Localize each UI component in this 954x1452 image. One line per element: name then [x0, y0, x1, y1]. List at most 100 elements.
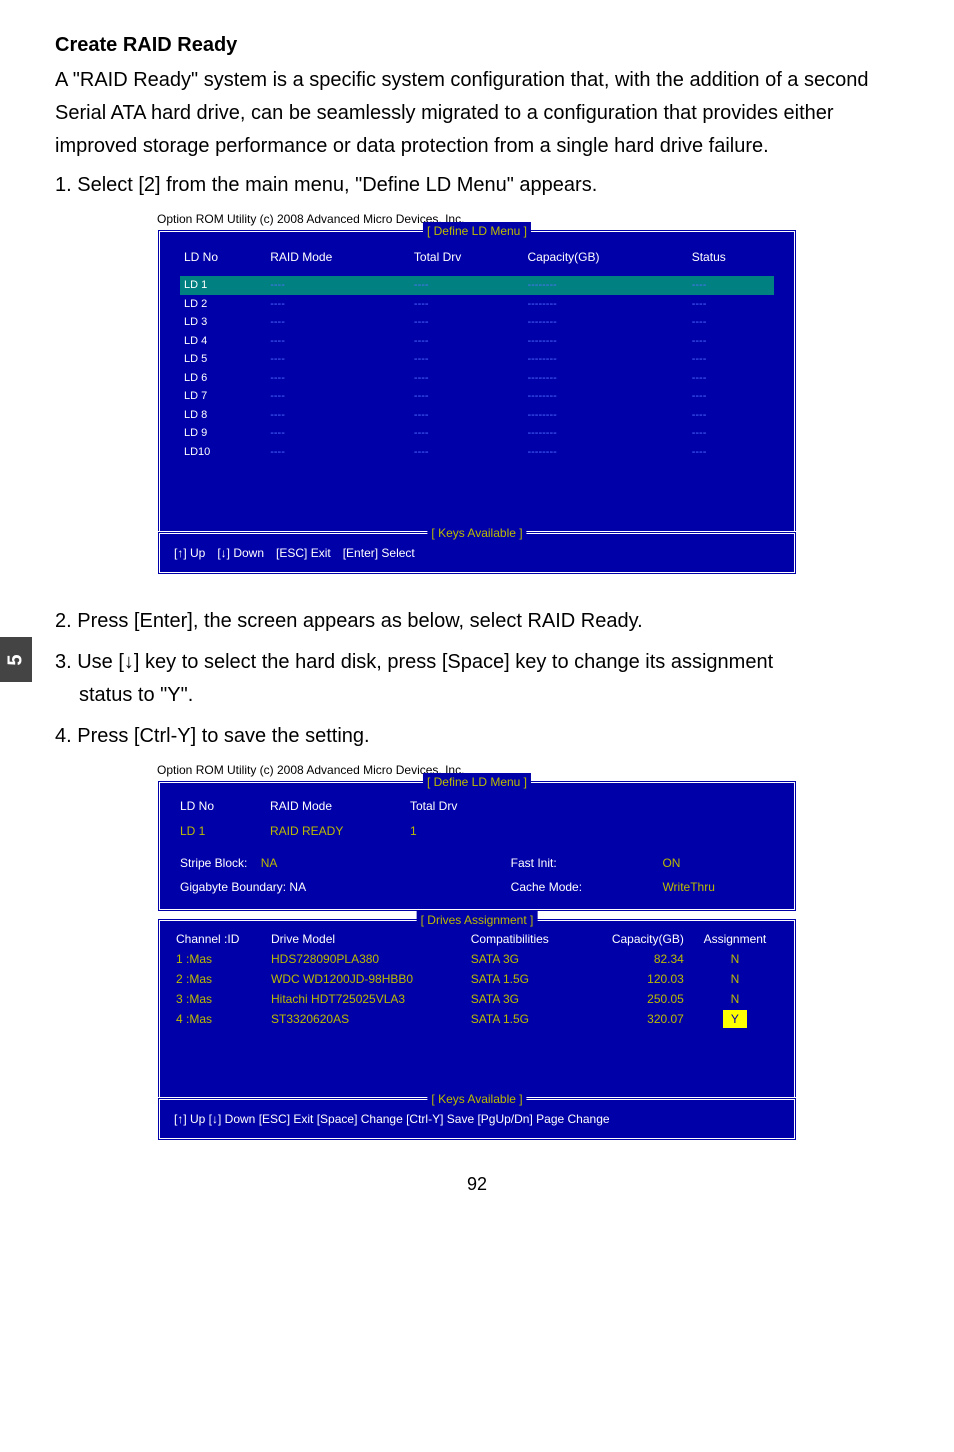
ld-header: RAID Mode: [266, 242, 410, 276]
drive-model: Hitachi HDT725025VLA3: [267, 989, 467, 1009]
ld-cell: LD10: [180, 443, 266, 462]
ld-cell: ----: [266, 369, 410, 388]
ld-cell: --------: [523, 350, 687, 369]
ld-cell: LD 8: [180, 406, 266, 425]
ld-cell: --------: [523, 332, 687, 351]
step-3a: 3. Use [↓] key to select the hard disk, …: [55, 646, 899, 679]
cache-val: WriteThru: [662, 875, 774, 899]
ld-cell: ----: [410, 443, 524, 462]
ld-cell: ----: [410, 313, 524, 332]
ld-cell: --------: [523, 424, 687, 443]
ld-row[interactable]: LD 8--------------------: [180, 406, 774, 425]
step-3b: status to "Y".: [79, 679, 899, 712]
drive-capacity: 320.07: [581, 1009, 688, 1029]
key-hint: [↓] Down: [217, 546, 264, 560]
ld-cell: ----: [410, 406, 524, 425]
bios2-mode: RAID READY: [270, 819, 410, 843]
key-hint: [Enter] Select: [343, 546, 415, 560]
drive-compat: SATA 1.5G: [467, 969, 582, 989]
bios1-title: [ Define LD Menu ]: [423, 222, 531, 240]
ld-row[interactable]: LD 9--------------------: [180, 424, 774, 443]
ld-cell: --------: [523, 276, 687, 295]
ld-cell: ----: [266, 424, 410, 443]
drive-compat: SATA 3G: [467, 989, 582, 1009]
bios2-h-mode: RAID Mode: [270, 793, 410, 819]
bios1-keys-title: [ Keys Available ]: [427, 524, 526, 542]
drive-row[interactable]: 1 :MasHDS728090PLA380SATA 3G82.34N: [172, 949, 782, 969]
fast-label: Fast Init:: [511, 851, 663, 875]
drive-compat: SATA 3G: [467, 949, 582, 969]
ld-row[interactable]: LD 4--------------------: [180, 332, 774, 351]
drives-table: Channel :IDDrive ModelCompatibilitiesCap…: [172, 929, 782, 1029]
section-heading: Create RAID Ready: [55, 30, 899, 60]
drive-row[interactable]: 4 :MasST3320620ASSATA 1.5G320.07Y: [172, 1009, 782, 1029]
ld-cell: LD 2: [180, 295, 266, 314]
ld-cell: ----: [410, 276, 524, 295]
ld-cell: ----: [688, 424, 774, 443]
ld-cell: --------: [523, 387, 687, 406]
fast-val: ON: [662, 851, 774, 875]
key-hint: [ESC] Exit: [276, 546, 331, 560]
ld-header: Capacity(GB): [523, 242, 687, 276]
drive-channel: 3 :Mas: [172, 989, 267, 1009]
ld-cell: ----: [266, 313, 410, 332]
ld-cell: ----: [688, 443, 774, 462]
bios-screenshot-1: Option ROM Utility (c) 2008 Advanced Mic…: [157, 210, 797, 575]
ld-cell: --------: [523, 369, 687, 388]
gb-label: Gigabyte Boundary: NA: [180, 875, 511, 899]
intro-text: A "RAID Ready" system is a specific syst…: [55, 64, 899, 163]
ld-cell: ----: [410, 424, 524, 443]
ld-cell: ----: [688, 369, 774, 388]
drive-row[interactable]: 2 :MasWDC WD1200JD-98HBB0SATA 1.5G120.03…: [172, 969, 782, 989]
ld-cell: --------: [523, 443, 687, 462]
ld-cell: LD 7: [180, 387, 266, 406]
ld-cell: --------: [523, 313, 687, 332]
bios2-keys-title: [ Keys Available ]: [427, 1090, 526, 1108]
drive-model: HDS728090PLA380: [267, 949, 467, 969]
ld-row[interactable]: LD 3--------------------: [180, 313, 774, 332]
drive-compat: SATA 1.5G: [467, 1009, 582, 1029]
drive-row[interactable]: 3 :MasHitachi HDT725025VLA3SATA 3G250.05…: [172, 989, 782, 1009]
drives-header: Channel :ID: [172, 929, 267, 949]
ld-row[interactable]: LD 1--------------------: [180, 276, 774, 295]
drive-assignment: Y: [688, 1009, 782, 1029]
drives-header: Compatibilities: [467, 929, 582, 949]
drive-channel: 1 :Mas: [172, 949, 267, 969]
ld-row[interactable]: LD 6--------------------: [180, 369, 774, 388]
ld-row[interactable]: LD 5--------------------: [180, 350, 774, 369]
ld-cell: LD 5: [180, 350, 266, 369]
ld-cell: ----: [266, 332, 410, 351]
ld-cell: ----: [266, 276, 410, 295]
ld-row[interactable]: LD 7--------------------: [180, 387, 774, 406]
drive-model: ST3320620AS: [267, 1009, 467, 1029]
ld-cell: ----: [410, 332, 524, 351]
ld-cell: ----: [266, 443, 410, 462]
ld-header: Total Drv: [410, 242, 524, 276]
ld-cell: ----: [266, 350, 410, 369]
key-hint: [↑] Up: [174, 546, 205, 560]
ld-cell: LD 4: [180, 332, 266, 351]
drive-capacity: 250.05: [581, 989, 688, 1009]
ld-cell: --------: [523, 406, 687, 425]
ld-header: LD No: [180, 242, 266, 276]
ld-cell: ----: [688, 295, 774, 314]
ld-cell: ----: [688, 350, 774, 369]
drives-title: [ Drives Assignment ]: [417, 911, 538, 929]
ld-cell: LD 6: [180, 369, 266, 388]
ld-cell: --------: [523, 295, 687, 314]
stripe-val: NA: [261, 856, 278, 870]
ld-cell: ----: [688, 276, 774, 295]
bios2-h-drv: Total Drv: [410, 793, 511, 819]
ld-table: LD NoRAID ModeTotal DrvCapacity(GB)Statu…: [180, 242, 774, 461]
ld-cell: LD 1: [180, 276, 266, 295]
ld-row[interactable]: LD10--------------------: [180, 443, 774, 462]
bios2-h-ldno: LD No: [180, 793, 270, 819]
ld-cell: ----: [410, 387, 524, 406]
ld-row[interactable]: LD 2--------------------: [180, 295, 774, 314]
ld-cell: ----: [266, 295, 410, 314]
ld-cell: LD 3: [180, 313, 266, 332]
ld-header: Status: [688, 242, 774, 276]
ld-cell: ----: [688, 313, 774, 332]
drives-header: Drive Model: [267, 929, 467, 949]
bios-screenshot-2: Option ROM Utility (c) 2008 Advanced Mic…: [157, 761, 797, 1141]
